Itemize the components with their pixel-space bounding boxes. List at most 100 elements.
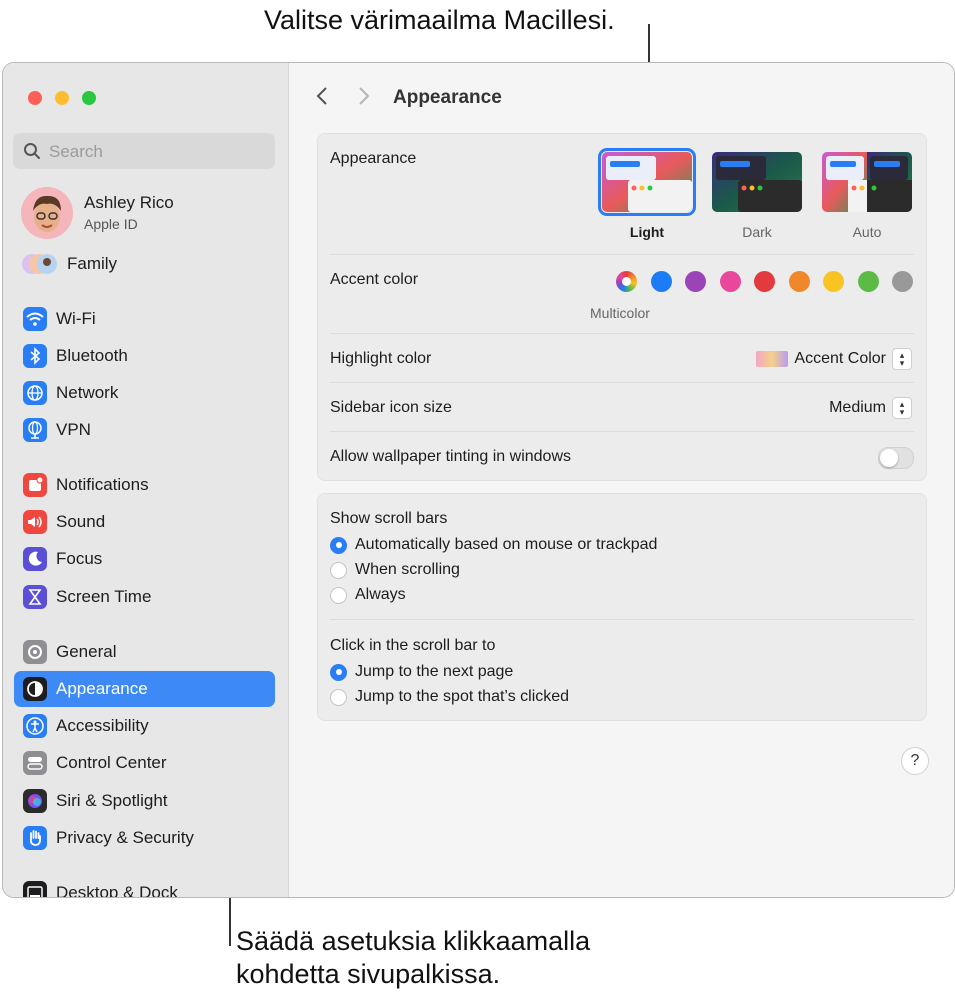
callout-top: Valitse värimaailma Macillesi. <box>264 5 615 35</box>
hourglass-icon <box>23 585 47 609</box>
avatar[interactable] <box>21 187 73 239</box>
sidebar-item-label: Bluetooth <box>56 346 128 365</box>
sidebar-item-appearance[interactable]: Appearance <box>14 671 275 707</box>
search-input[interactable]: Search <box>13 133 275 169</box>
stepper-icon: ▴ ▾ <box>892 397 912 419</box>
accent-swatch[interactable] <box>823 271 844 292</box>
search-placeholder: Search <box>49 142 103 161</box>
appearance-icon <box>23 677 47 701</box>
sidebar-item-label: General <box>56 642 117 661</box>
sidebar-item-focus[interactable]: Focus <box>14 541 275 577</box>
control-center-icon <box>23 751 47 775</box>
settings-window: Search Ashley Rico Apple ID Family Wi-Fi… <box>2 62 955 898</box>
help-button[interactable]: ? <box>901 747 929 775</box>
close-window-button[interactable] <box>28 91 42 105</box>
sidebar-item-label: Desktop & Dock <box>56 883 178 898</box>
sidebar-item-family[interactable]: Family <box>14 246 275 282</box>
sidebar-item-label: Wi-Fi <box>56 309 96 328</box>
sidebar-item-label: Control Center <box>56 753 167 772</box>
light-mode-preview-icon <box>602 152 692 212</box>
sidebar-item-label: VPN <box>56 420 91 439</box>
globe-icon <box>23 381 47 405</box>
zoom-window-button[interactable] <box>82 91 96 105</box>
sidebar-item-vpn[interactable]: VPN <box>14 412 275 448</box>
appearance-auto-thumbnail[interactable] <box>822 152 912 212</box>
radio-button[interactable] <box>330 688 347 706</box>
search-icon <box>24 143 40 159</box>
divider <box>330 619 914 620</box>
callout-bottom-line2: kohdetta sivupalkissa. <box>236 959 501 989</box>
sidebar-item-privacy-security[interactable]: Privacy & Security <box>14 820 275 856</box>
mode-label-dark: Dark <box>742 224 772 240</box>
radio-label: Always <box>355 586 406 603</box>
sidebar-item-general[interactable]: General <box>14 634 275 670</box>
wallpaper-tinting-toggle[interactable] <box>878 447 914 469</box>
sidebar-item-label: Appearance <box>56 679 148 698</box>
appearance-dark-thumbnail[interactable] <box>712 152 802 212</box>
sidebar-item-network[interactable]: Network <box>14 375 275 411</box>
scroll-bars-panel: Show scroll bars Automatically based on … <box>317 493 927 721</box>
divider <box>330 382 914 383</box>
accent-swatch[interactable] <box>754 271 775 292</box>
highlight-color-label: Highlight color <box>330 350 432 367</box>
sidebar-item-wifi[interactable]: Wi-Fi <box>14 301 275 337</box>
accent-swatch[interactable] <box>685 271 706 292</box>
back-button[interactable] <box>315 85 329 113</box>
accent-swatch[interactable] <box>892 271 913 292</box>
profile-name[interactable]: Ashley Rico <box>84 193 174 213</box>
sidebar-item-label: Sound <box>56 512 106 531</box>
highlight-preview-swatch <box>756 351 789 367</box>
radio-jump-to-spot[interactable]: Jump to the spot that’s clicked <box>330 688 569 706</box>
accent-swatch-multicolor[interactable] <box>616 271 637 292</box>
selected-dot-icon <box>622 277 631 286</box>
sidebar-item-label: Notifications <box>56 475 149 494</box>
sidebar-item-label: Focus <box>56 549 103 568</box>
mode-label-light: Light <box>629 224 665 240</box>
radio-label: Automatically based on mouse or trackpad <box>355 536 658 553</box>
page-title: Appearance <box>393 87 502 108</box>
radio-show-always[interactable]: Always <box>330 586 406 604</box>
click-scroll-bar-label: Click in the scroll bar to <box>330 637 496 654</box>
sidebar-icon-size-popup[interactable]: Medium ▴ ▾ <box>829 397 912 419</box>
accent-swatch[interactable] <box>719 271 741 292</box>
sidebar-item-label: Network <box>56 383 119 402</box>
radio-label: Jump to the next page <box>355 663 514 680</box>
bluetooth-icon <box>23 344 47 368</box>
radio-show-automatic[interactable]: Automatically based on mouse or trackpad <box>330 536 657 554</box>
sidebar-item-label: Family <box>67 254 118 273</box>
sidebar-item-sound[interactable]: Sound <box>14 504 275 540</box>
accent-swatch[interactable] <box>788 271 810 292</box>
sidebar-item-label: Screen Time <box>56 587 152 606</box>
radio-label: When scrolling <box>355 561 460 578</box>
sidebar-item-screen-time[interactable]: Screen Time <box>14 579 275 615</box>
appearance-light-thumbnail[interactable] <box>598 148 696 216</box>
radio-show-when-scrolling[interactable]: When scrolling <box>330 561 460 579</box>
sidebar-item-control-center[interactable]: Control Center <box>14 745 275 781</box>
accent-swatch[interactable] <box>650 271 672 292</box>
dock-icon <box>23 881 47 897</box>
radio-button[interactable] <box>330 536 347 554</box>
dark-mode-preview-icon <box>712 152 802 212</box>
sidebar-item-desktop-dock[interactable]: Desktop & Dock <box>14 875 275 898</box>
main-content: Appearance Appearance Light Dark Auto Ac… <box>289 63 954 897</box>
highlight-color-popup[interactable]: Accent Color ▴ ▾ <box>756 348 912 370</box>
radio-button[interactable] <box>330 663 347 681</box>
minimize-window-button[interactable] <box>55 91 69 105</box>
profile-subtitle: Apple ID <box>84 216 138 232</box>
radio-jump-next-page[interactable]: Jump to the next page <box>330 663 513 681</box>
chevron-right-icon <box>359 87 370 105</box>
sidebar-item-accessibility[interactable]: Accessibility <box>14 708 275 744</box>
forward-button[interactable] <box>357 85 371 113</box>
sidebar-item-bluetooth[interactable]: Bluetooth <box>14 338 275 374</box>
accent-swatch[interactable] <box>857 271 879 292</box>
sidebar-item-siri-spotlight[interactable]: Siri & Spotlight <box>14 783 275 819</box>
family-icon <box>22 254 57 274</box>
sidebar-item-notifications[interactable]: Notifications <box>14 467 275 503</box>
wallpaper-tinting-label: Allow wallpaper tinting in windows <box>330 448 572 465</box>
sidebar-item-label: Privacy & Security <box>56 828 194 847</box>
hand-icon <box>23 826 47 850</box>
radio-button[interactable] <box>330 561 347 579</box>
callout-bottom: Säädä asetuksia klikkaamalla kohdetta si… <box>236 925 590 991</box>
radio-button[interactable] <box>330 586 347 604</box>
show-scroll-bars-label: Show scroll bars <box>330 510 448 527</box>
